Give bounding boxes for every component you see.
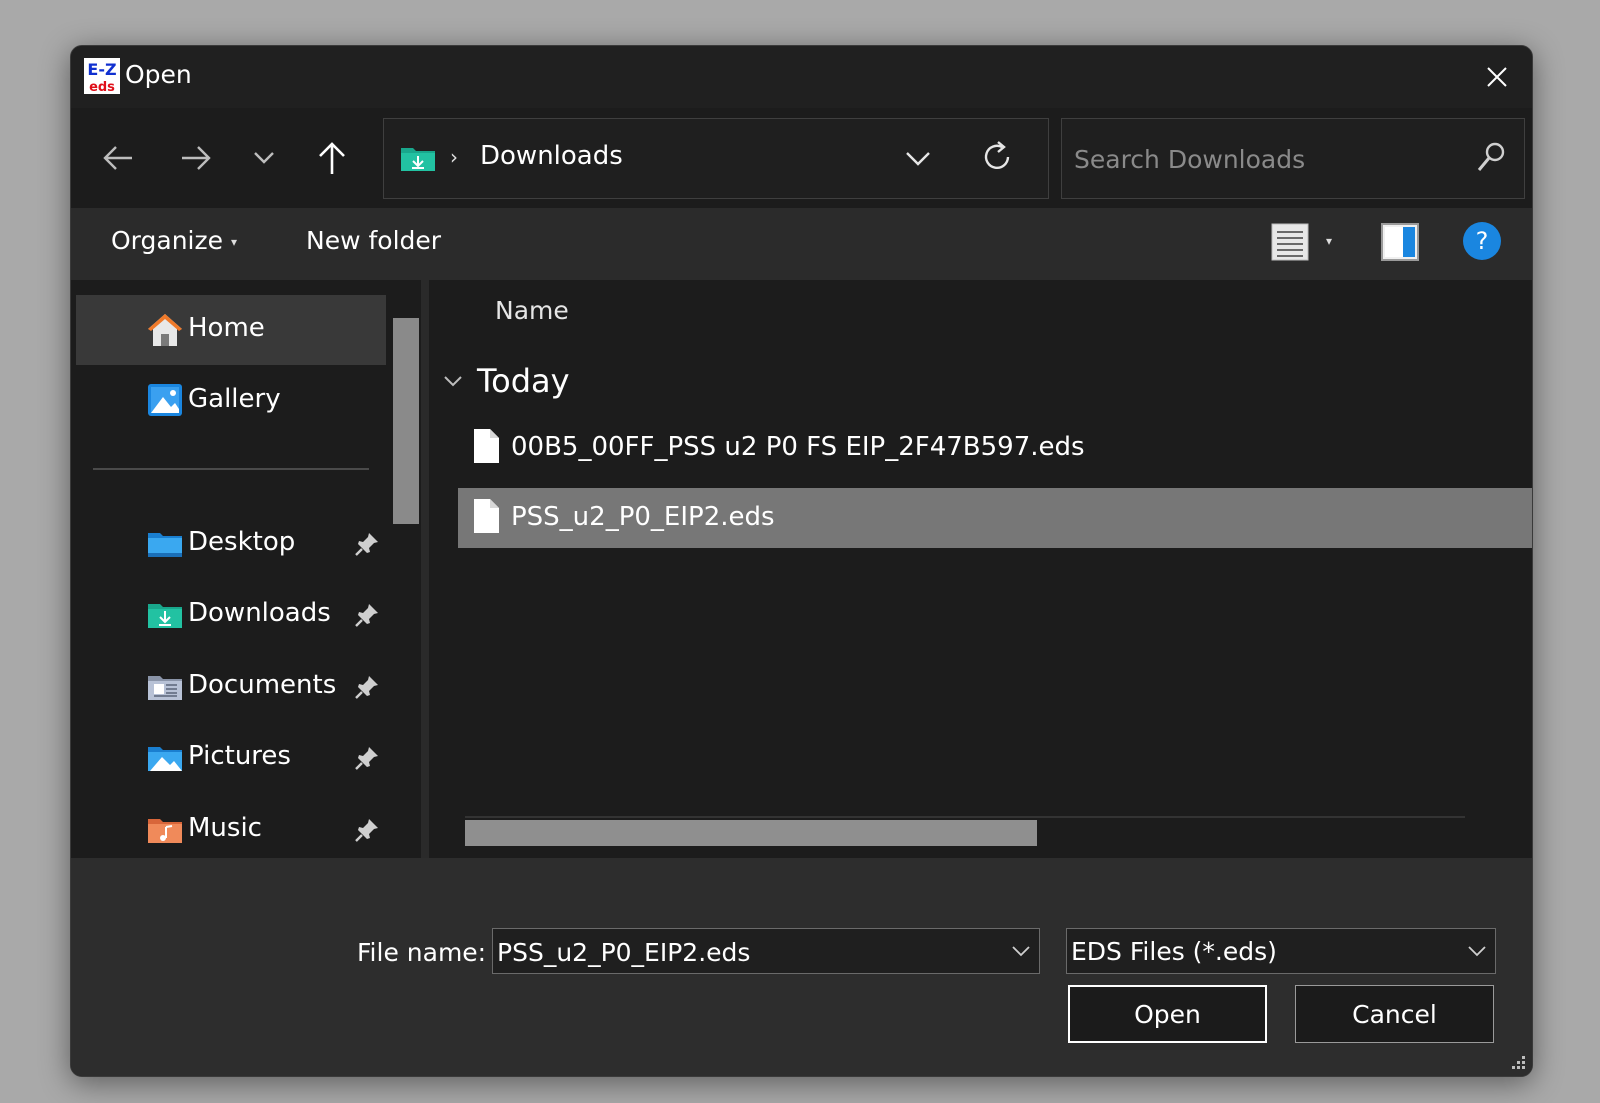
back-button[interactable] bbox=[93, 136, 143, 180]
nav-item-label: Downloads bbox=[188, 598, 331, 628]
navigation-bar: › Downloads bbox=[71, 108, 1532, 208]
home-icon bbox=[148, 314, 182, 346]
documents-folder-icon bbox=[148, 676, 182, 700]
pane-splitter[interactable] bbox=[421, 280, 429, 858]
chevron-down-icon bbox=[444, 376, 462, 387]
column-header-name[interactable]: Name bbox=[495, 296, 569, 325]
group-label: Today bbox=[477, 362, 570, 400]
horizontal-scrollbar-track bbox=[465, 816, 1465, 818]
file-row[interactable]: 00B5_00FF_PSS u2 P0 FS EIP_2F47B597.eds bbox=[458, 418, 1532, 478]
navigation-pane: Home Gallery Desktop Downloads Documents… bbox=[71, 280, 421, 858]
chevron-down-icon bbox=[906, 152, 930, 166]
gallery-icon bbox=[148, 384, 182, 416]
pin-icon[interactable] bbox=[354, 817, 380, 843]
file-name: 00B5_00FF_PSS u2 P0 FS EIP_2F47B597.eds bbox=[511, 432, 1085, 462]
open-file-dialog: E-Z eds Open › Downloads Search Download… bbox=[70, 45, 1533, 1077]
refresh-button[interactable] bbox=[980, 139, 1014, 179]
dropdown-arrow-icon: ▾ bbox=[231, 235, 238, 249]
view-options-dropdown[interactable]: ▾ bbox=[1326, 234, 1332, 248]
recent-locations-button[interactable] bbox=[239, 136, 289, 180]
command-bar: Organize ▾ New folder ▾ ? bbox=[71, 208, 1532, 280]
nav-item-gallery[interactable]: Gallery bbox=[76, 366, 386, 436]
open-button[interactable]: Open bbox=[1068, 985, 1267, 1043]
nav-item-desktop[interactable]: Desktop bbox=[76, 509, 386, 579]
file-name: PSS_u2_P0_EIP2.eds bbox=[511, 502, 775, 532]
pin-icon[interactable] bbox=[354, 745, 380, 771]
close-button[interactable] bbox=[1462, 46, 1532, 108]
preview-pane-icon bbox=[1381, 223, 1419, 261]
file-icon bbox=[474, 429, 499, 463]
refresh-icon bbox=[984, 141, 1010, 169]
nav-item-label: Pictures bbox=[188, 741, 291, 771]
close-icon bbox=[1487, 67, 1507, 87]
breadcrumb-downloads[interactable]: Downloads bbox=[480, 141, 623, 171]
change-view-button[interactable] bbox=[1271, 223, 1309, 265]
preview-pane-button[interactable] bbox=[1381, 223, 1419, 265]
file-name-label: File name: bbox=[357, 938, 487, 967]
file-name-input[interactable] bbox=[497, 935, 987, 969]
organize-button[interactable]: Organize ▾ bbox=[111, 226, 237, 255]
nav-item-music[interactable]: Music bbox=[76, 795, 386, 858]
file-list: Name Today 00B5_00FF_PSS u2 P0 FS EIP_2F… bbox=[429, 280, 1532, 858]
svg-text:eds: eds bbox=[89, 80, 115, 94]
file-name-combobox[interactable] bbox=[492, 928, 1040, 974]
file-icon bbox=[474, 499, 499, 533]
pin-icon[interactable] bbox=[354, 674, 380, 700]
nav-item-label: Home bbox=[188, 313, 265, 343]
details-view-icon bbox=[1271, 223, 1309, 261]
arrow-up-icon bbox=[319, 142, 345, 174]
ez-eds-app-icon: E-Z eds bbox=[84, 58, 120, 94]
organize-label: Organize bbox=[111, 226, 223, 255]
file-type-value: EDS Files (*.eds) bbox=[1071, 937, 1277, 966]
pictures-folder-icon bbox=[148, 747, 182, 771]
arrow-left-icon bbox=[103, 146, 132, 170]
horizontal-scrollbar[interactable] bbox=[465, 820, 1037, 846]
help-button[interactable]: ? bbox=[1463, 222, 1501, 260]
arrow-right-icon bbox=[182, 146, 211, 170]
dialog-footer: File name: EDS Files (*.eds) Open Cancel bbox=[71, 858, 1532, 1076]
pin-icon[interactable] bbox=[354, 602, 380, 628]
chevron-down-icon[interactable] bbox=[1011, 941, 1031, 961]
nav-item-documents[interactable]: Documents bbox=[76, 652, 386, 722]
up-button[interactable] bbox=[307, 136, 357, 180]
help-icon: ? bbox=[1475, 227, 1489, 255]
new-folder-button[interactable]: New folder bbox=[306, 226, 441, 255]
cancel-button[interactable]: Cancel bbox=[1295, 985, 1494, 1043]
nav-divider bbox=[93, 468, 369, 470]
nav-item-downloads[interactable]: Downloads bbox=[76, 580, 386, 650]
svg-text:E-Z: E-Z bbox=[87, 60, 116, 79]
search-box[interactable] bbox=[1061, 118, 1525, 199]
nav-item-pictures[interactable]: Pictures bbox=[76, 723, 386, 793]
chevron-down-icon bbox=[1468, 946, 1486, 957]
address-bar[interactable]: › Downloads bbox=[383, 118, 1049, 199]
file-type-select[interactable]: EDS Files (*.eds) bbox=[1066, 928, 1496, 974]
nav-item-label: Desktop bbox=[188, 527, 296, 557]
title-bar: E-Z eds Open bbox=[71, 46, 1532, 108]
address-dropdown-button[interactable] bbox=[904, 141, 932, 179]
search-icon bbox=[1477, 142, 1505, 171]
nav-item-label: Music bbox=[188, 813, 262, 843]
desktop-folder-icon bbox=[148, 533, 182, 557]
search-input[interactable] bbox=[1074, 141, 1454, 177]
downloads-folder-icon bbox=[148, 604, 182, 628]
nav-item-home[interactable]: Home bbox=[76, 295, 386, 365]
nav-scrollbar[interactable] bbox=[393, 318, 419, 524]
chevron-down-icon bbox=[254, 152, 274, 164]
forward-button[interactable] bbox=[171, 136, 221, 180]
nav-item-label: Gallery bbox=[188, 384, 281, 414]
resize-grip-icon[interactable] bbox=[1508, 1054, 1526, 1072]
file-row[interactable]: PSS_u2_P0_EIP2.eds bbox=[458, 488, 1532, 548]
window-title: Open bbox=[125, 60, 192, 89]
breadcrumb-chevron[interactable]: › bbox=[450, 145, 458, 169]
pin-icon[interactable] bbox=[354, 531, 380, 557]
nav-item-label: Documents bbox=[188, 670, 337, 700]
music-folder-icon bbox=[148, 819, 182, 843]
downloads-folder-icon bbox=[401, 148, 435, 171]
